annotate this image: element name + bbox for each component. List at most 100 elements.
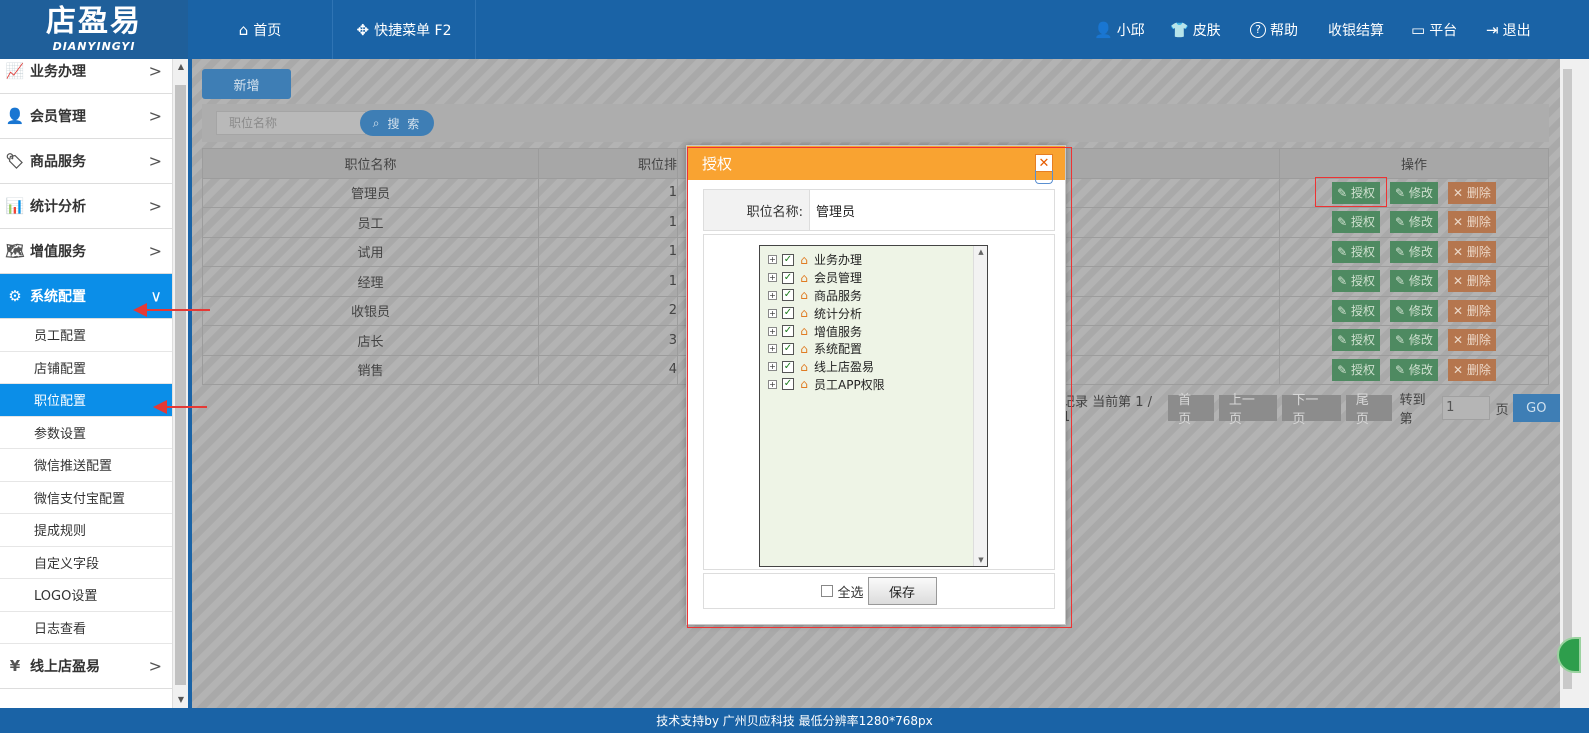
logo-cn: 店盈易 <box>46 4 142 39</box>
chevron-right-icon: > <box>148 196 162 216</box>
submenu-staff-config[interactable]: 员工配置 <box>0 319 172 352</box>
menu-business[interactable]: 📈 业务办理 > <box>0 59 172 94</box>
pager: 记录 当前第 1 / 1 首页 上一页 下一页 尾页 转到第 1 页 GO <box>1062 393 1560 427</box>
help-menu[interactable]: ? 帮助 <box>1250 0 1298 59</box>
menu-label: 会员管理 <box>30 109 86 125</box>
map-icon: 🗺 <box>5 242 25 260</box>
user-menu[interactable]: 👤 小邱 <box>1094 0 1145 59</box>
auth-button[interactable]: ✎ 授权 <box>1332 299 1381 322</box>
menu-label: 统计分析 <box>30 199 86 215</box>
auth-button[interactable]: ✎ 授权 <box>1332 270 1381 293</box>
shop-icon: ¥ <box>9 657 21 675</box>
auth-button[interactable]: ✎ 授权 <box>1332 211 1381 234</box>
edit-button[interactable]: ✎ 修改 <box>1390 358 1438 381</box>
platform-menu[interactable]: ▭ 平台 <box>1411 0 1457 59</box>
column-header: 操作 <box>1279 148 1549 179</box>
edit-button[interactable]: ✎ 修改 <box>1390 211 1438 234</box>
delete-button[interactable]: ✕ 删除 <box>1447 270 1496 293</box>
page-scrollbar-thumb[interactable] <box>1563 69 1572 689</box>
edit-button[interactable]: ✎ 修改 <box>1390 240 1438 263</box>
auth-button[interactable]: ✎ 授权 <box>1332 240 1381 263</box>
auth-button[interactable]: ✎ 授权 <box>1332 329 1381 352</box>
menu-label: 业务办理 <box>30 64 86 80</box>
help-icon: ? <box>1250 21 1266 38</box>
search-input[interactable]: 职位名称 <box>216 111 366 135</box>
menu-members[interactable]: 👤 会员管理 > <box>0 94 172 139</box>
position-name-cell: 经理 <box>202 266 539 297</box>
submenu-wechat-alipay[interactable]: 微信支付宝配置 <box>0 482 172 514</box>
menu-stats[interactable]: 📊 统计分析 > <box>0 184 172 229</box>
stats-icon: 📊 <box>5 197 25 215</box>
user-icon: 👤 <box>1094 20 1113 39</box>
actions-cell: ✎ 授权 ✎ 修改 ✕ 删除 <box>1279 207 1549 238</box>
submenu-custom-fields[interactable]: 自定义字段 <box>0 547 172 579</box>
skin-menu[interactable]: 👕 皮肤 <box>1170 0 1221 59</box>
delete-button[interactable]: ✕ 删除 <box>1447 299 1496 322</box>
sort-cell: 3 <box>538 325 678 356</box>
nav-shortcut-menu[interactable]: ✥ 快捷菜单 F2 <box>333 0 476 59</box>
delete-label: 删除 <box>1466 333 1491 348</box>
auth-label: 授权 <box>1351 362 1376 377</box>
platform-label: 平台 <box>1429 22 1458 39</box>
move-icon: ✥ <box>356 20 370 39</box>
delete-label: 删除 <box>1466 244 1491 259</box>
page-bottom <box>0 733 1589 744</box>
sort-cell: 1 <box>538 177 678 208</box>
member-icon: 👤 <box>5 107 25 125</box>
scrollbar-thumb[interactable] <box>175 85 186 685</box>
sidebar-scrollbar[interactable]: ▲ ▼ <box>172 59 188 708</box>
submenu-wechat-push[interactable]: 微信推送配置 <box>0 449 172 482</box>
logout-menu[interactable]: ⇥ 退出 <box>1486 0 1531 59</box>
prev-page-button[interactable]: 上一页 <box>1218 393 1278 427</box>
submenu-store-config[interactable]: 店铺配置 <box>0 352 172 384</box>
scroll-down-icon[interactable]: ▼ <box>173 692 189 708</box>
submenu-params[interactable]: 参数设置 <box>0 417 172 449</box>
chevron-right-icon: > <box>148 61 162 81</box>
page-number-input[interactable]: 1 <box>1442 396 1490 420</box>
checkout-menu[interactable]: 收银结算 <box>1328 0 1384 59</box>
edit-button[interactable]: ✎ 修改 <box>1390 329 1438 352</box>
submenu-logo[interactable]: LOGO设置 <box>0 579 172 612</box>
actions-cell: ✎ 授权 ✎ 修改 ✕ 删除 <box>1279 236 1549 267</box>
auth-button[interactable]: ✎ 授权 <box>1332 358 1381 381</box>
edit-button[interactable]: ✎ 修改 <box>1390 299 1438 322</box>
sort-cell: 2 <box>538 295 678 326</box>
logo[interactable]: 店盈易 DIANYINGYI <box>0 0 188 59</box>
logo-en: DIANYINGYI <box>52 40 136 53</box>
edit-button[interactable]: ✎ 修改 <box>1390 270 1438 293</box>
submenu-logs[interactable]: 日志查看 <box>0 612 172 644</box>
page-scrollbar[interactable] <box>1560 59 1589 708</box>
sort-cell: 1 <box>538 207 678 238</box>
sort-cell: 1 <box>538 236 678 267</box>
submenu-commission[interactable]: 提成规则 <box>0 514 172 547</box>
edit-button[interactable]: ✎ 修改 <box>1390 181 1438 204</box>
delete-button[interactable]: ✕ 删除 <box>1447 211 1496 234</box>
nav-home[interactable]: ⌂ 首页 <box>188 0 333 59</box>
auth-label: 授权 <box>1351 215 1376 230</box>
search-button[interactable]: ⌕ 搜 索 <box>360 110 434 136</box>
position-name-cell: 试用 <box>202 236 539 267</box>
user-name: 小邱 <box>1116 22 1145 39</box>
delete-label: 删除 <box>1466 274 1491 289</box>
delete-button[interactable]: ✕ 删除 <box>1447 358 1496 381</box>
first-page-button[interactable]: 首页 <box>1168 393 1214 427</box>
delete-button[interactable]: ✕ 删除 <box>1447 329 1496 352</box>
skin-label: 皮肤 <box>1192 22 1221 39</box>
menu-goods[interactable]: 🏷 商品服务 > <box>0 139 172 184</box>
delete-button[interactable]: ✕ 删除 <box>1447 181 1496 204</box>
menu-online-store[interactable]: ¥ 线上店盈易 > <box>0 644 172 689</box>
add-position-button[interactable]: 新增 <box>202 69 291 99</box>
menu-value-added[interactable]: 🗺 增值服务 > <box>0 229 172 274</box>
auth-label: 授权 <box>1351 333 1376 348</box>
delete-label: 删除 <box>1466 362 1491 377</box>
delete-label: 删除 <box>1466 215 1491 230</box>
scroll-up-icon[interactable]: ▲ <box>173 59 189 75</box>
go-button[interactable]: GO <box>1512 394 1560 422</box>
highlight-dialog <box>687 147 1072 628</box>
home-icon: ⌂ <box>238 20 249 39</box>
auth-label: 授权 <box>1351 303 1376 318</box>
delete-button[interactable]: ✕ 删除 <box>1447 240 1496 263</box>
submenu-position-config[interactable]: 职位配置 <box>0 384 172 417</box>
last-page-button[interactable]: 尾页 <box>1345 393 1392 427</box>
next-page-button[interactable]: 下一页 <box>1282 393 1341 427</box>
